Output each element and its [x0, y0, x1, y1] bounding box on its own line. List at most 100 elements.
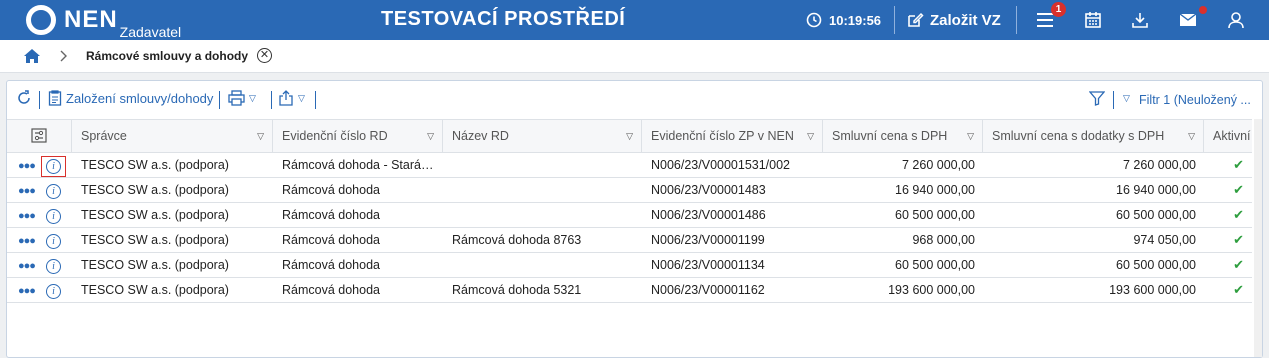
sort-icon[interactable]: ▽	[427, 120, 434, 152]
sort-icon[interactable]: ▽	[967, 120, 974, 152]
clock-icon	[806, 12, 822, 28]
notification-badge: 1	[1051, 2, 1066, 17]
table-row[interactable]: ●●● i TESCO SW a.s. (podpora) Rámcová do…	[7, 278, 1252, 303]
create-vz-label: Založit VZ	[930, 11, 1001, 29]
row-detail-button[interactable]: i	[41, 281, 66, 302]
cell-nazev-rd: Rámcová dohoda 8763	[452, 233, 582, 247]
row-detail-button[interactable]: i	[41, 256, 66, 277]
logo-text: NEN	[64, 6, 118, 33]
active-check-icon: ✔	[1233, 257, 1244, 272]
user-button[interactable]	[1225, 0, 1247, 40]
chevron-right-icon	[60, 50, 68, 65]
row-detail-button[interactable]: i	[41, 231, 66, 252]
printer-icon	[228, 90, 245, 106]
row-actions-icon[interactable]: ●●●	[18, 160, 36, 172]
cell-evidencni-cislo-rd: Rámcová dohoda	[282, 233, 380, 247]
create-vz-button[interactable]: Založit VZ	[906, 0, 1001, 40]
table-row[interactable]: ●●● i TESCO SW a.s. (podpora) Rámcová do…	[7, 203, 1252, 228]
column-settings-button[interactable]	[7, 120, 72, 152]
sort-icon[interactable]: ▽	[257, 120, 264, 152]
table-row[interactable]: ●●● i TESCO SW a.s. (podpora) Rámcová do…	[7, 253, 1252, 278]
cell-smluvni-cena-dodatky: 193 600 000,00	[1109, 283, 1196, 297]
nen-logo[interactable]: NEN Zadavatel	[26, 4, 181, 40]
breadcrumb-current[interactable]: Rámcové smlouvy a dohody	[86, 49, 248, 63]
cell-nazev-rd	[443, 203, 642, 227]
toolbar-divider	[315, 91, 316, 109]
toolbar-divider	[219, 91, 220, 109]
row-actions-icon[interactable]: ●●●	[18, 285, 36, 297]
table-row[interactable]: ●●● i TESCO SW a.s. (podpora) Rámcová do…	[7, 228, 1252, 253]
cell-spravce: TESCO SW a.s. (podpora)	[81, 283, 229, 297]
close-icon: ✕	[259, 49, 270, 61]
home-button[interactable]	[23, 48, 41, 67]
print-button[interactable]: ▽	[228, 90, 256, 106]
filter-button[interactable]	[1089, 90, 1105, 106]
active-check-icon: ✔	[1233, 282, 1244, 297]
cell-smluvni-cena: 968 000,00	[912, 233, 975, 247]
table-row[interactable]: ●●● i TESCO SW a.s. (podpora) Rámcová do…	[7, 153, 1252, 178]
column-header-smluvni-cena-dodatky[interactable]: Smluvní cena s dodatky s DPH ▽	[983, 120, 1204, 152]
cell-nazev-rd	[443, 253, 642, 277]
cell-nazev-rd	[443, 153, 642, 177]
column-header-aktivni[interactable]: Aktivní	[1204, 120, 1252, 152]
cell-smluvni-cena: 193 600 000,00	[888, 283, 975, 297]
column-header-nazev-rd[interactable]: Název RD ▽	[443, 120, 642, 152]
cell-evidencni-cislo-rd: Rámcová dohoda	[282, 283, 380, 297]
cell-evidencni-cislo-zp: N006/23/V00001483	[651, 183, 766, 197]
active-check-icon: ✔	[1233, 157, 1244, 172]
export-button[interactable]: ▽	[278, 90, 305, 106]
cell-evidencni-cislo-zp: N006/23/V00001162	[651, 283, 765, 297]
sort-icon[interactable]: ▽	[1188, 120, 1195, 152]
column-header-evidencni-cislo-zp[interactable]: Evidenční číslo ZP v NEN ▽	[642, 120, 823, 152]
info-icon: i	[46, 209, 61, 224]
calendar-button[interactable]	[1082, 0, 1104, 40]
create-agreement-button[interactable]: Založení smlouvy/dohody	[48, 90, 213, 106]
breadcrumb: Rámcové smlouvy a dohody ✕	[0, 40, 1269, 73]
header-divider	[1016, 6, 1017, 34]
row-actions-icon[interactable]: ●●●	[18, 260, 36, 272]
cell-spravce: TESCO SW a.s. (podpora)	[81, 233, 229, 247]
create-agreement-label: Založení smlouvy/dohody	[66, 90, 214, 106]
cell-smluvni-cena: 16 940 000,00	[895, 183, 975, 197]
download-button[interactable]	[1129, 0, 1151, 40]
toolbar-divider	[271, 91, 272, 109]
info-icon: i	[46, 259, 61, 274]
info-icon: i	[46, 159, 61, 174]
cell-evidencni-cislo-rd: Rámcová dohoda	[282, 183, 380, 197]
cell-spravce: TESCO SW a.s. (podpora)	[81, 183, 229, 197]
info-icon: i	[46, 284, 61, 299]
table-header: Správce ▽ Evidenční číslo RD ▽ Název RD ▽ E…	[7, 119, 1252, 153]
role-label: Zadavatel	[119, 24, 182, 40]
column-header-smluvni-cena[interactable]: Smluvní cena s DPH ▽	[823, 120, 983, 152]
toolbar-divider	[1113, 91, 1114, 109]
menu-icon	[1037, 13, 1053, 27]
column-header-spravce[interactable]: Správce ▽	[72, 120, 273, 152]
refresh-button[interactable]	[16, 90, 32, 106]
mail-icon	[1179, 13, 1197, 26]
filter-dropdown-icon[interactable]: ▽	[1123, 93, 1130, 104]
cell-spravce: TESCO SW a.s. (podpora)	[81, 158, 229, 172]
row-actions-icon[interactable]: ●●●	[18, 210, 36, 222]
cell-smluvni-cena-dodatky: 7 260 000,00	[1123, 158, 1196, 172]
cell-spravce: TESCO SW a.s. (podpora)	[81, 208, 229, 222]
row-detail-button[interactable]: i	[41, 206, 66, 227]
row-detail-button[interactable]: i	[41, 181, 66, 202]
row-detail-button[interactable]: i	[41, 156, 66, 177]
agreements-panel: Založení smlouvy/dohody ▽ ▽ ▽ Filtr 1 (N…	[6, 80, 1263, 358]
sort-icon[interactable]: ▽	[626, 120, 633, 152]
close-tab-button[interactable]: ✕	[257, 48, 272, 63]
column-header-evidencni-cislo-rd[interactable]: Evidenční číslo RD ▽	[273, 120, 443, 152]
cell-evidencni-cislo-zp: N006/23/V00001134	[651, 258, 765, 272]
cell-smluvni-cena-dodatky: 16 940 000,00	[1116, 183, 1196, 197]
mail-button[interactable]	[1177, 0, 1199, 40]
sort-icon[interactable]: ▽	[807, 120, 814, 152]
filter-selector[interactable]: Filtr 1 (Neuložený ...	[1139, 93, 1251, 107]
row-actions-icon[interactable]: ●●●	[18, 235, 36, 247]
cell-smluvni-cena-dodatky: 60 500 000,00	[1116, 208, 1196, 222]
vertical-scrollbar[interactable]	[1254, 119, 1262, 357]
table-row[interactable]: ●●● i TESCO SW a.s. (podpora) Rámcová do…	[7, 178, 1252, 203]
active-check-icon: ✔	[1233, 182, 1244, 197]
cell-evidencni-cislo-zp: N006/23/V00001199	[651, 233, 765, 247]
session-clock: 10:19:56	[806, 0, 881, 40]
row-actions-icon[interactable]: ●●●	[18, 185, 36, 197]
